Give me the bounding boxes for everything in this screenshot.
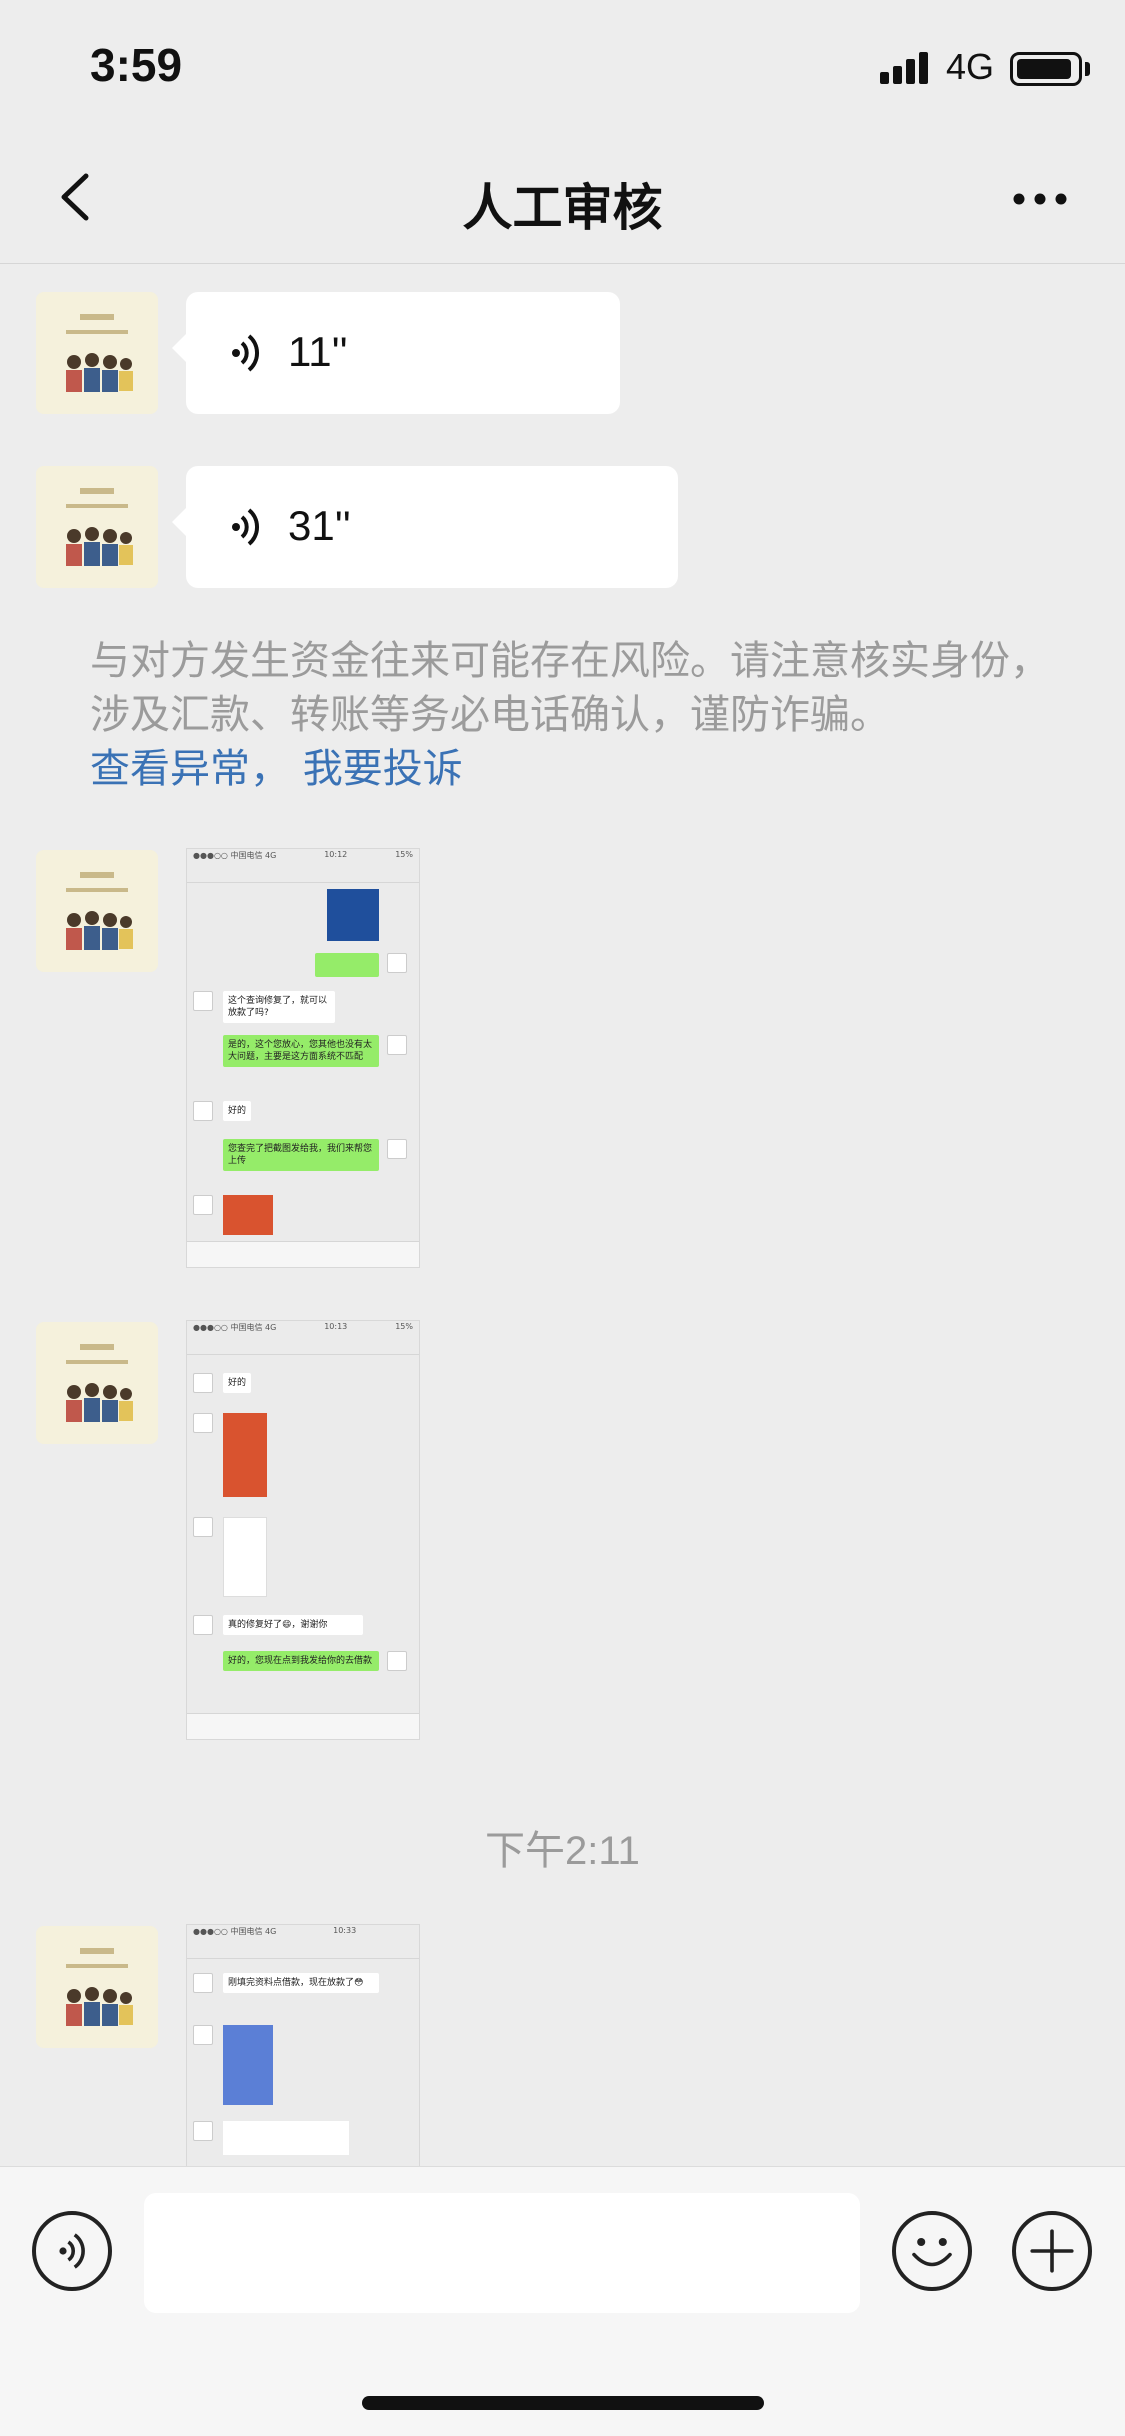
contact-avatar[interactable]: [36, 1322, 158, 1444]
mini-text-bubble: 是的，这个您放心，您其他也没有太大问题，主要是这方面系统不匹配: [223, 1035, 379, 1067]
avatar-illustration: [36, 1926, 158, 2048]
mini-text-bubble: 这个查询修复了，就可以放款了吗?: [223, 991, 335, 1023]
home-indicator[interactable]: [362, 2396, 764, 2410]
mini-avatar: [193, 991, 213, 1011]
mini-avatar: [193, 1413, 213, 1433]
mini-status-time: 10:12: [324, 850, 348, 859]
risk-warning: 与对方发生资金往来可能存在风险。请注意核实身份，涉及汇款、转账等务必电话确认，谨…: [90, 634, 1050, 796]
time-separator: 下午2:11: [485, 1829, 640, 1873]
mini-nav: [187, 861, 419, 883]
mini-status-left: ●●●○○ 中国电信 4G: [193, 1927, 277, 1936]
mini-status-left: ●●●○○ 中国电信 4G: [193, 1323, 277, 1332]
voice-message[interactable]: 31'': [172, 466, 678, 588]
contact-avatar[interactable]: [36, 292, 158, 414]
view-anomaly-link[interactable]: 查看异常: [90, 746, 250, 792]
status-bar: 3:59 4G: [0, 0, 1125, 132]
mini-status-time: 10:13: [324, 1322, 348, 1331]
mini-image-thumbnail: [223, 1517, 267, 1597]
mini-image-thumbnail: [223, 1413, 267, 1497]
mini-nav: [187, 1333, 419, 1355]
mini-nav: [187, 1937, 419, 1959]
mini-avatar: [387, 1651, 407, 1671]
mini-text-bubble: [223, 2121, 349, 2155]
mini-text-bubble: 真的修复好了😄，谢谢你: [223, 1615, 363, 1635]
mini-text-bubble: 刚填完资料点借款，现在放款了😳: [223, 1973, 379, 1993]
avatar-illustration: [36, 466, 158, 588]
mini-avatar: [387, 953, 407, 973]
mini-avatar: [193, 1973, 213, 1993]
mini-text-bubble: 您查完了把截图发给我，我们来帮您上传: [223, 1139, 379, 1171]
battery-cap: [1085, 62, 1090, 76]
mini-status-right: 15%: [395, 850, 413, 859]
warning-text: 与对方发生资金往来可能存在风险。请注意核实身份，涉及汇款、转账等务必电话确认，谨…: [90, 638, 1050, 738]
emoji-icon[interactable]: [892, 2211, 972, 2291]
mini-status-left: ●●●○○ 中国电信 4G: [193, 851, 277, 860]
mini-avatar: [387, 1139, 407, 1159]
ellipsis-icon[interactable]: [1012, 184, 1068, 214]
mini-avatar: [193, 1373, 213, 1393]
qr-card-thumbnail: [327, 889, 379, 941]
link-separator: ，: [250, 746, 290, 792]
mini-avatar: [193, 1195, 213, 1215]
voice-wave-icon: [232, 508, 260, 546]
avatar-illustration: [36, 292, 158, 414]
message-input[interactable]: [144, 2193, 860, 2313]
contact-avatar[interactable]: [36, 1926, 158, 2048]
signal-icon: [880, 52, 932, 84]
mini-status-time: 10:33: [333, 1926, 357, 1935]
avatar-illustration: [36, 1322, 158, 1444]
image-message-screenshot[interactable]: ●●●○○ 中国电信 4G 10:33 刚填完资料点借款，现在放款了😳: [186, 1924, 420, 2166]
mini-avatar: [387, 1035, 407, 1055]
nav-bar: 人工审核: [0, 132, 1125, 264]
status-time: 3:59: [90, 39, 183, 91]
mini-status-right: 15%: [395, 1322, 413, 1331]
complain-link[interactable]: 我要投诉: [303, 746, 463, 792]
mini-avatar: [193, 1101, 213, 1121]
mini-text-bubble: 好的: [223, 1101, 252, 1121]
chat-title: 人工审核: [462, 179, 663, 237]
voice-message[interactable]: 11'': [172, 292, 620, 414]
contact-avatar[interactable]: [36, 850, 158, 972]
mini-voice-bubble: [315, 953, 379, 977]
battery-icon: [1010, 52, 1082, 86]
mini-avatar: [193, 2121, 213, 2141]
mini-text-bubble: 好的: [223, 1373, 252, 1393]
network-label: 4G: [946, 46, 995, 87]
mini-text-bubble: 好的，您现在点到我发给你的去借款: [223, 1651, 379, 1671]
mini-input-bar: [187, 1241, 419, 1267]
mini-image-thumbnail: [223, 1195, 273, 1235]
voice-wave-icon: [232, 334, 260, 372]
mini-input-bar: [187, 1713, 419, 1739]
image-message-screenshot[interactable]: ●●●○○ 中国电信 4G 10:13 15% 好的 真的修复好了😄，谢谢你 好…: [186, 1320, 420, 1740]
voice-duration: 31'': [288, 502, 351, 549]
mini-avatar: [193, 2025, 213, 2045]
contact-avatar[interactable]: [36, 466, 158, 588]
mini-avatar: [193, 1615, 213, 1635]
voice-icon[interactable]: [32, 2211, 112, 2291]
image-message-screenshot[interactable]: ●●●○○ 中国电信 4G 10:12 15% 这个查询修复了，就可以放款了吗?…: [186, 848, 420, 1268]
mini-image-thumbnail: [223, 2025, 273, 2105]
plus-icon[interactable]: [1012, 2211, 1092, 2291]
avatar-illustration: [36, 850, 158, 972]
mini-avatar: [193, 1517, 213, 1537]
voice-duration: 11'': [288, 328, 348, 375]
